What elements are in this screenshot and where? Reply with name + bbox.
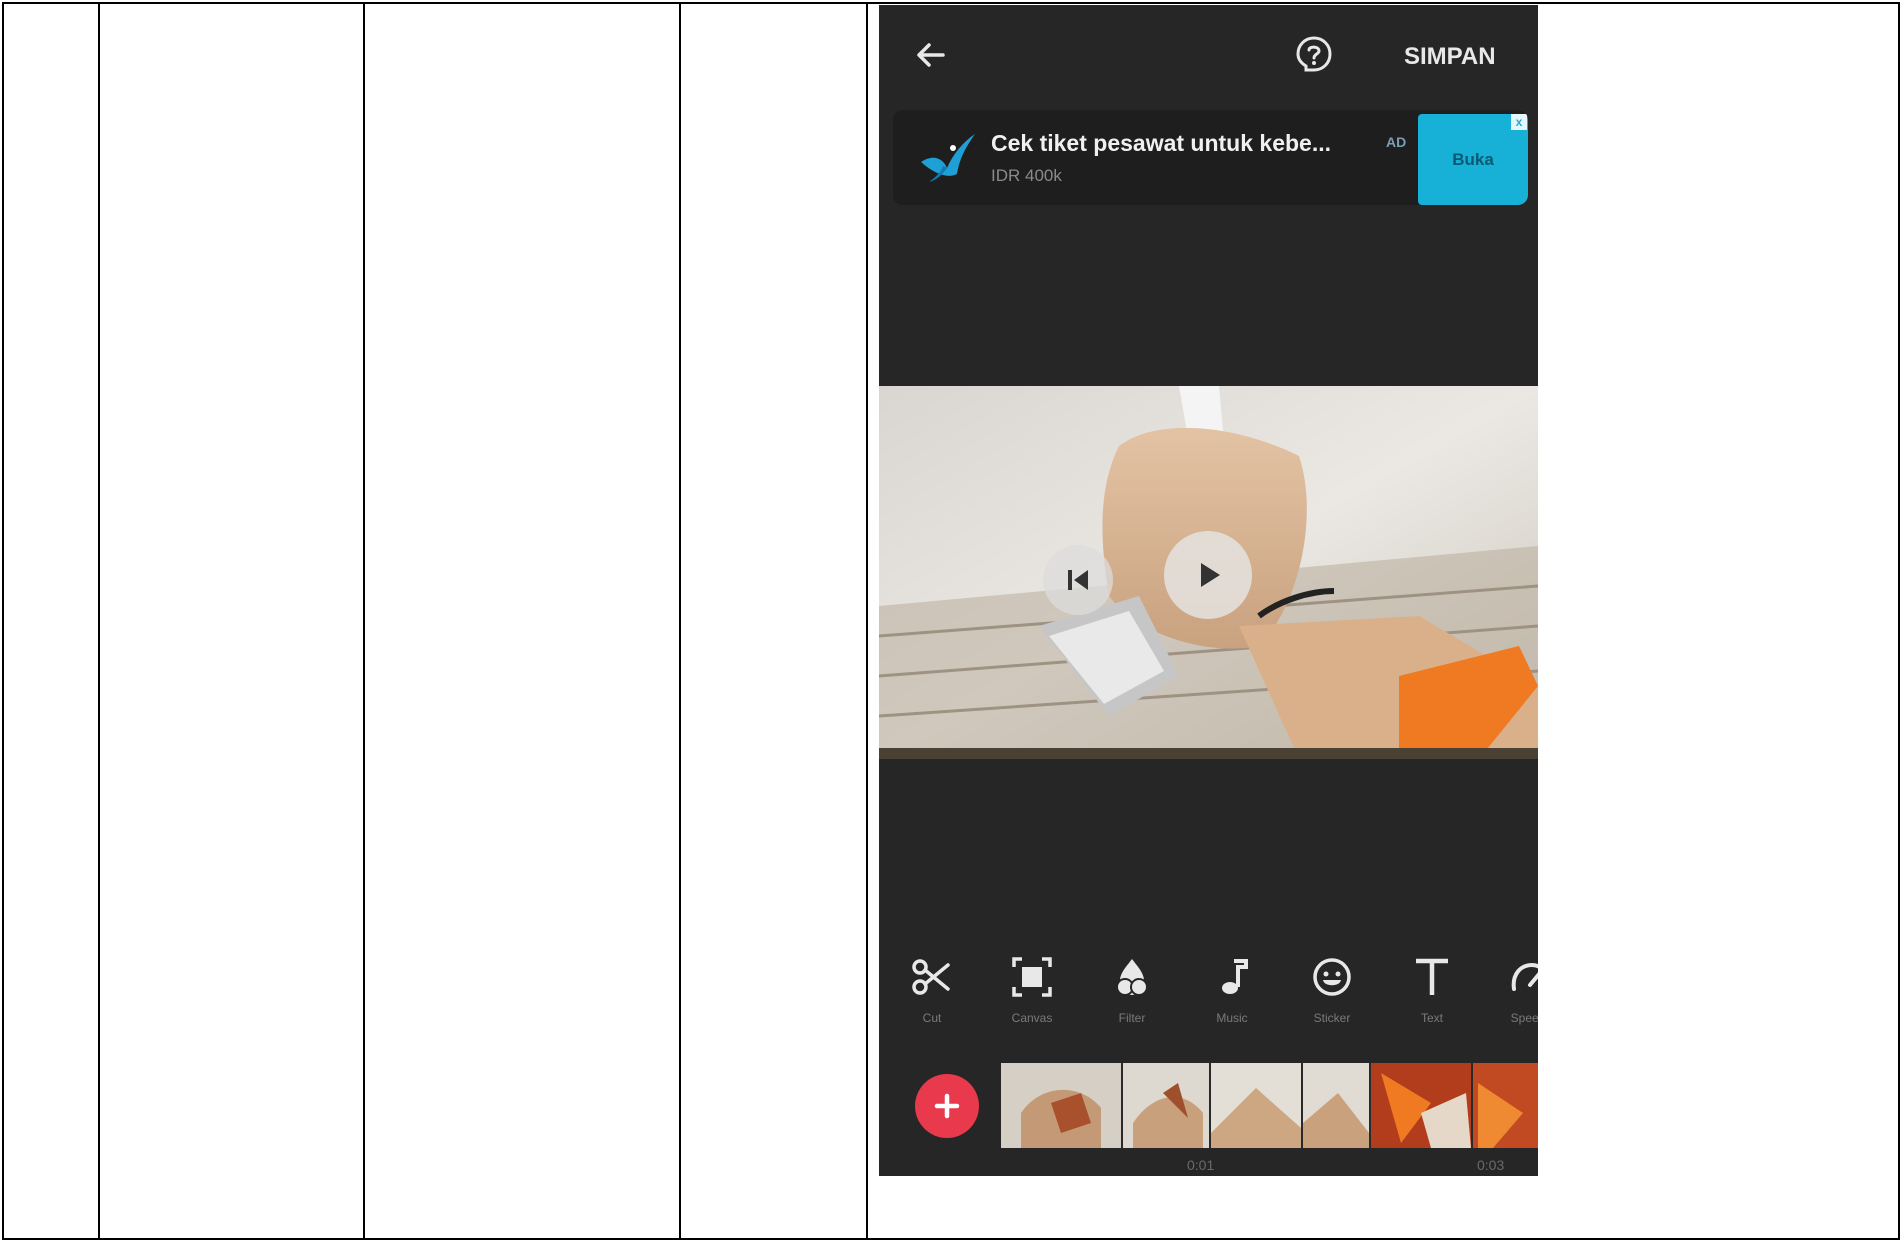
timeline[interactable] (879, 1063, 1538, 1148)
bird-logo-icon (921, 134, 975, 182)
top-bar: SIMPAN (879, 5, 1538, 105)
tool-text[interactable]: Text (1387, 950, 1477, 1040)
speed-icon (1511, 962, 1538, 991)
timeline-tick: 0:03 (1477, 1157, 1505, 1173)
tool-label: Sticker (1313, 1011, 1351, 1025)
clip-thumbnail[interactable] (1001, 1063, 1123, 1148)
emoji-icon (1313, 958, 1351, 996)
clip-thumbnail[interactable] (1211, 1063, 1303, 1148)
ad-subtitle: IDR 400k (991, 166, 1062, 185)
crop-frame-icon (1012, 957, 1052, 997)
tool-music[interactable]: Music (1187, 950, 1277, 1040)
table-divider (363, 4, 365, 1238)
tool-label: Music (1216, 1011, 1248, 1025)
ad-banner[interactable]: Cek tiket pesawat untuk kebe... IDR 400k… (893, 110, 1528, 205)
scissors-icon (912, 959, 950, 995)
clip-thumbnail[interactable] (1303, 1063, 1371, 1148)
timeline-tick: 0:01 (1187, 1157, 1215, 1173)
tool-label: Speed (1510, 1011, 1538, 1025)
video-editor-screenshot: SIMPAN Cek tiket pesawat untuk kebe... I… (879, 5, 1538, 1176)
plus-icon (934, 1093, 960, 1119)
save-button[interactable]: SIMPAN (1404, 37, 1496, 77)
help-button[interactable] (1292, 33, 1336, 77)
tool-label: Filter (1118, 1011, 1146, 1025)
table-divider (679, 4, 681, 1238)
tool-cut[interactable]: Cut (887, 950, 977, 1040)
clip-thumbnail[interactable] (1473, 1063, 1538, 1148)
clip-thumbnails[interactable] (1001, 1063, 1538, 1148)
rewind-button[interactable] (1043, 545, 1113, 615)
video-preview[interactable] (879, 386, 1538, 759)
table-divider (866, 4, 868, 1238)
skip-back-icon (1068, 570, 1088, 590)
ad-title: Cek tiket pesawat untuk kebe... (991, 130, 1332, 156)
back-button[interactable] (909, 33, 953, 77)
clip-thumbnail[interactable] (1371, 1063, 1473, 1148)
add-clip-button[interactable] (915, 1074, 979, 1138)
arrow-left-icon (917, 43, 945, 67)
tool-canvas[interactable]: Canvas (987, 950, 1077, 1040)
tool-label: Canvas (1011, 1011, 1053, 1025)
ad-badge: AD (1386, 134, 1407, 150)
help-icon (1296, 36, 1332, 72)
music-note-icon (1222, 959, 1248, 994)
tool-filter[interactable]: Filter (1087, 950, 1177, 1040)
play-icon (1201, 563, 1220, 587)
tool-bar: Cut Canvas Filter Music Sticker Text Spe… (879, 950, 1538, 1040)
clip-thumbnail[interactable] (1123, 1063, 1211, 1148)
ad-close-button[interactable]: x (1511, 114, 1527, 130)
tool-speed[interactable]: Speed (1483, 950, 1538, 1040)
tool-sticker[interactable]: Sticker (1287, 950, 1377, 1040)
tool-label: Cut (922, 1011, 942, 1025)
play-button[interactable] (1164, 531, 1252, 619)
tool-label: Text (1420, 1011, 1443, 1025)
text-icon (1416, 958, 1448, 995)
table-divider (98, 4, 100, 1238)
filter-drop-icon (1116, 959, 1148, 996)
